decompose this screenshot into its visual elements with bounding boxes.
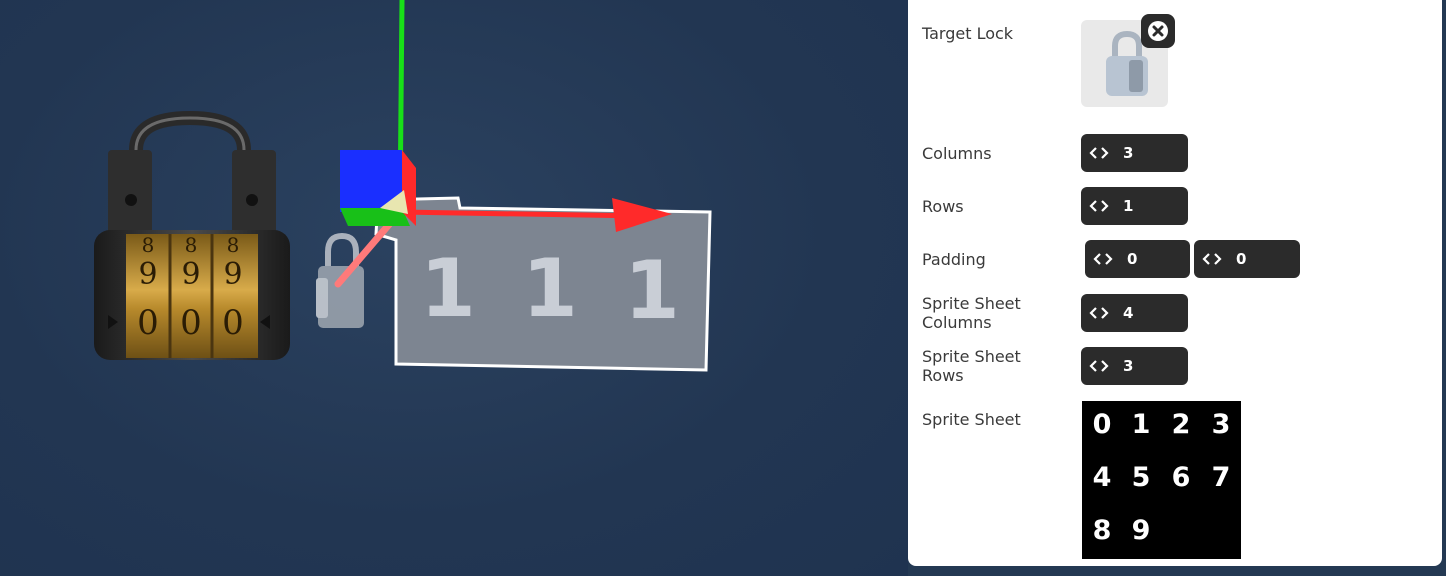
sprite-sheet-label: Sprite Sheet <box>922 410 1021 429</box>
drag-arrows-icon[interactable] <box>1089 359 1111 373</box>
drag-arrows-icon[interactable] <box>1202 252 1224 266</box>
display-digit: 1 <box>420 242 476 335</box>
sprite-sheet-rows-field[interactable]: 3 <box>1081 347 1188 385</box>
sprite-sheet-columns-field[interactable]: 4 <box>1081 294 1188 332</box>
dial-digit: 0 <box>137 303 159 343</box>
columns-field[interactable]: 3 <box>1081 134 1188 172</box>
clear-target-button[interactable] <box>1141 14 1175 48</box>
sprite-sheet-columns-value[interactable]: 4 <box>1123 304 1133 322</box>
rows-label: Rows <box>922 197 964 216</box>
sprite-digit: 8 <box>1092 515 1112 546</box>
sprite-digit: 4 <box>1092 462 1112 493</box>
drag-arrows-icon[interactable] <box>1093 252 1115 266</box>
padding-label: Padding <box>922 250 986 269</box>
padding-x-value[interactable]: 0 <box>1127 250 1137 268</box>
sprite-digit: 2 <box>1171 409 1191 440</box>
sprite-sheet-rows-value[interactable]: 3 <box>1123 357 1133 375</box>
columns-label: Columns <box>922 144 992 163</box>
dial-digit: 9 <box>138 257 157 292</box>
sprite-digit: 6 <box>1171 462 1191 493</box>
sprite-digit: 9 <box>1131 515 1151 546</box>
dial-digit: 8 <box>142 233 155 257</box>
sprite-digit: 0 <box>1092 409 1112 440</box>
sprite-digit: 5 <box>1131 462 1151 493</box>
sprite-digit: 3 <box>1211 409 1231 440</box>
display-digit: 1 <box>624 244 680 337</box>
inspector-panel: Target Lock Columns 3 Rows 1 Padding 0 0… <box>908 0 1442 566</box>
display-digit: 1 <box>522 242 578 335</box>
target-lock-label: Target Lock <box>922 24 1014 43</box>
dial-digit: 8 <box>185 233 198 257</box>
padding-y-field[interactable]: 0 <box>1194 240 1300 278</box>
padding-y-value[interactable]: 0 <box>1236 250 1246 268</box>
drag-arrows-icon[interactable] <box>1089 146 1111 160</box>
sprite-digit: 1 <box>1131 409 1151 440</box>
dial-digit: 9 <box>181 257 200 292</box>
dial-digit: 0 <box>222 303 244 343</box>
rows-field[interactable]: 1 <box>1081 187 1188 225</box>
sprite-digit: 7 <box>1211 462 1231 493</box>
sprite-sheet-columns-label: Sprite Sheet Columns <box>922 294 1021 332</box>
close-icon <box>1148 21 1168 41</box>
dial-digit: 8 <box>227 233 240 257</box>
dial-digit: 9 <box>223 257 242 292</box>
sprite-sheet-rows-label: Sprite Sheet Rows <box>922 347 1021 385</box>
columns-value[interactable]: 3 <box>1123 144 1133 162</box>
rows-value[interactable]: 1 <box>1123 197 1133 215</box>
scene-viewport[interactable]: 8 8 8 9 9 9 0 0 0 1 1 1 <box>0 0 908 576</box>
sprite-sheet-preview[interactable]: 0 1 2 3 4 5 6 7 8 9 <box>1082 401 1241 559</box>
padding-x-field[interactable]: 0 <box>1085 240 1190 278</box>
dial-digit: 0 <box>180 303 202 343</box>
drag-arrows-icon[interactable] <box>1089 199 1111 213</box>
drag-arrows-icon[interactable] <box>1089 306 1111 320</box>
